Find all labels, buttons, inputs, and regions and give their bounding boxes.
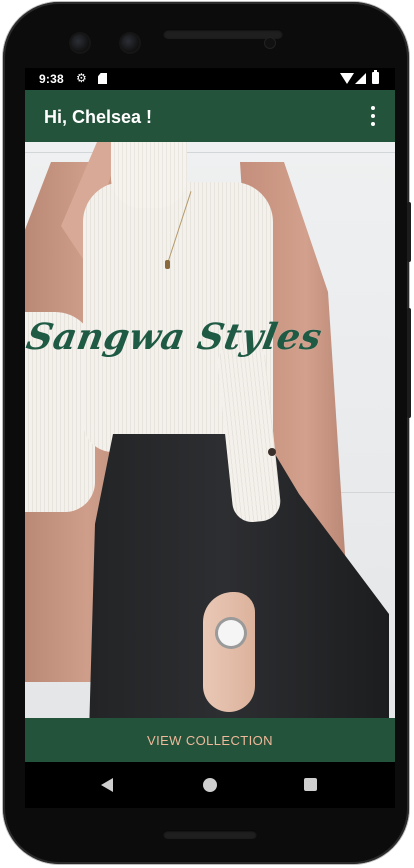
back-icon[interactable] — [101, 778, 113, 792]
bottom-speaker — [163, 830, 257, 839]
signal-icon — [355, 73, 366, 84]
navigation-bar — [25, 762, 395, 808]
front-camera-icon — [71, 34, 89, 52]
wristwatch — [218, 620, 244, 646]
pendant — [165, 260, 170, 269]
hand — [203, 592, 255, 712]
proximity-sensor — [265, 38, 275, 48]
status-time: 9:38 — [39, 72, 64, 86]
wall-edge — [25, 152, 395, 153]
wifi-icon — [340, 73, 354, 84]
more-vert-icon[interactable] — [363, 104, 383, 128]
earpiece-speaker — [163, 29, 283, 39]
hero-image: Sangwa Styles — [25, 142, 395, 718]
volume-button — [407, 308, 411, 418]
coat-button — [268, 448, 276, 456]
brand-logo-text: Sangwa Styles — [25, 316, 326, 358]
front-camera-icon — [121, 34, 139, 52]
view-collection-button[interactable]: VIEW COLLECTION — [25, 718, 395, 762]
screen: 9:38 ⚙ Hi, Chelsea ! Sangwa Styles VIEW … — [25, 68, 395, 808]
app-bar: Hi, Chelsea ! — [25, 90, 395, 142]
home-icon[interactable] — [203, 778, 217, 792]
power-button — [407, 202, 411, 262]
status-bar: 9:38 ⚙ — [25, 68, 395, 90]
battery-icon — [372, 70, 379, 84]
gear-icon: ⚙ — [76, 71, 87, 85]
greeting-title: Hi, Chelsea ! — [44, 107, 153, 127]
sd-card-icon — [98, 73, 107, 84]
phone-frame: 9:38 ⚙ Hi, Chelsea ! Sangwa Styles VIEW … — [3, 2, 411, 864]
recents-icon[interactable] — [304, 778, 317, 791]
